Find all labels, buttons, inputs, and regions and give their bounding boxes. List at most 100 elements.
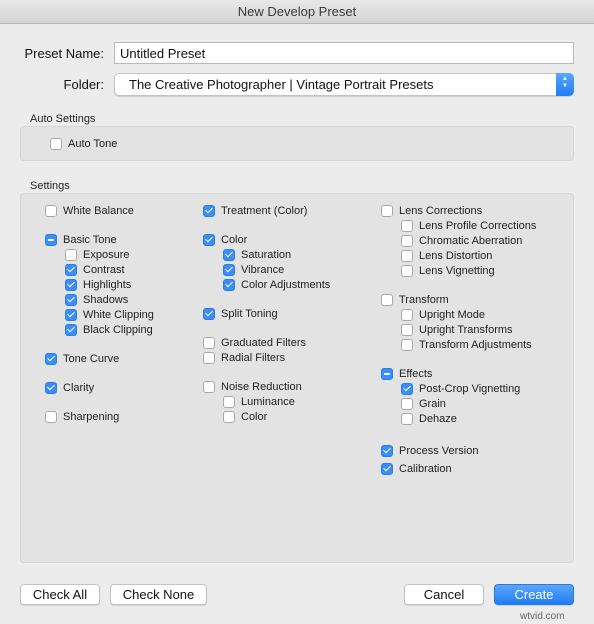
settings-checkbox-label: Process Version [399, 444, 479, 457]
settings-checkbox[interactable]: Radial Filters [203, 350, 285, 365]
settings-checkbox-label: Clarity [63, 381, 95, 394]
settings-checkbox-label: Basic Tone [63, 233, 117, 246]
chevron-up-down-icon[interactable]: ▲ ▼ [556, 73, 574, 96]
settings-checkbox-label: Lens Profile Corrections [419, 219, 537, 232]
checkbox-icon [401, 323, 413, 336]
settings-checkbox[interactable]: White Balance [45, 203, 134, 218]
settings-checkbox-label: Saturation [241, 248, 292, 261]
checkmark-icon [203, 204, 215, 217]
settings-checkbox-label: Shadows [83, 293, 129, 306]
settings-checkbox[interactable]: Transform [381, 292, 449, 307]
preset-name-label: Preset Name: [24, 46, 104, 61]
settings-title: Settings [30, 180, 70, 192]
settings-checkbox-label: Post-Crop Vignetting [419, 382, 521, 395]
settings-checkbox-label: Lens Distortion [419, 249, 493, 262]
settings-checkbox-label: Noise Reduction [221, 380, 302, 393]
settings-checkbox[interactable]: Shadows [65, 292, 128, 307]
settings-checkbox-label: Transform Adjustments [419, 338, 532, 351]
watermark-text: wtvid.com [520, 611, 565, 622]
checkmark-icon [65, 293, 77, 306]
check-none-button[interactable]: Check None [110, 584, 207, 605]
settings-checkbox-label: Dehaze [419, 412, 457, 425]
settings-checkbox[interactable]: Transform Adjustments [401, 337, 532, 352]
settings-checkbox[interactable]: Upright Mode [401, 307, 485, 322]
create-button[interactable]: Create [494, 584, 574, 605]
checkmark-icon [381, 444, 393, 457]
settings-checkbox[interactable]: White Clipping [65, 307, 154, 322]
settings-checkbox[interactable]: Lens Distortion [401, 248, 492, 263]
settings-checkbox[interactable]: Vibrance [223, 262, 284, 277]
checkbox-icon [203, 336, 215, 349]
settings-checkbox[interactable]: Exposure [65, 247, 129, 262]
checkbox-icon [203, 380, 215, 393]
checkbox-icon [65, 248, 77, 261]
settings-checkbox[interactable]: Dehaze [401, 411, 457, 426]
settings-checkbox-label: Color Adjustments [241, 278, 331, 291]
settings-checkbox[interactable]: Graduated Filters [203, 335, 306, 350]
settings-checkbox[interactable]: Lens Corrections [381, 203, 482, 218]
settings-checkbox-label: Color [241, 410, 268, 423]
settings-checkbox[interactable]: Saturation [223, 247, 291, 262]
check-all-button[interactable]: Check All [20, 584, 100, 605]
checkbox-icon [45, 410, 57, 423]
settings-checkbox-label: Upright Transforms [419, 323, 513, 336]
window-title: New Develop Preset [237, 4, 357, 19]
settings-checkbox[interactable]: Tone Curve [45, 351, 119, 366]
settings-checkbox-label: Effects [399, 367, 433, 380]
settings-checkbox-label: Luminance [241, 395, 295, 408]
settings-checkbox[interactable]: Black Clipping [65, 322, 153, 337]
settings-checkbox[interactable]: Basic Tone [45, 232, 117, 247]
settings-checkbox[interactable]: Color Adjustments [223, 277, 330, 292]
settings-checkbox-label: Tone Curve [63, 352, 120, 365]
checkmark-icon [65, 308, 77, 321]
checkmark-icon [203, 233, 215, 246]
settings-checkbox[interactable]: Treatment (Color) [203, 203, 307, 218]
checkmark-icon [401, 382, 413, 395]
settings-checkbox-label: Calibration [399, 462, 452, 475]
settings-checkbox[interactable]: Color [203, 232, 247, 247]
settings-checkbox[interactable]: Chromatic Aberration [401, 233, 522, 248]
checkbox-icon [401, 219, 413, 232]
minus-icon [45, 233, 57, 246]
settings-checkbox-label: White Balance [63, 204, 134, 217]
checkbox-icon [381, 293, 393, 306]
settings-checkbox[interactable]: Color [223, 409, 267, 424]
settings-checkbox[interactable]: Clarity [45, 380, 94, 395]
auto-tone-label: Auto Tone [68, 137, 118, 150]
settings-checkbox[interactable]: Split Toning [203, 306, 278, 321]
auto-tone-checkbox[interactable]: Auto Tone [50, 136, 117, 151]
checkbox-icon [401, 264, 413, 277]
checkbox-icon [45, 204, 57, 217]
cancel-button[interactable]: Cancel [404, 584, 484, 605]
settings-checkbox-label: Contrast [83, 263, 125, 276]
settings-checkbox-label: Lens Vignetting [419, 264, 495, 277]
checkmark-icon [223, 248, 235, 261]
settings-checkbox[interactable]: Calibration [381, 461, 452, 476]
checkbox-icon [223, 410, 235, 423]
settings-checkbox[interactable]: Process Version [381, 443, 478, 458]
settings-checkbox-label: Graduated Filters [221, 336, 306, 349]
settings-checkbox[interactable]: Lens Profile Corrections [401, 218, 536, 233]
settings-checkbox[interactable]: Highlights [65, 277, 131, 292]
checkbox-icon [401, 234, 413, 247]
settings-checkbox[interactable]: Contrast [65, 262, 125, 277]
settings-checkbox[interactable]: Effects [381, 366, 432, 381]
settings-checkbox[interactable]: Upright Transforms [401, 322, 513, 337]
settings-checkbox-label: Transform [399, 293, 449, 306]
settings-checkbox[interactable]: Noise Reduction [203, 379, 302, 394]
settings-checkbox[interactable]: Sharpening [45, 409, 119, 424]
checkbox-icon [223, 395, 235, 408]
settings-checkbox-label: Chromatic Aberration [419, 234, 523, 247]
settings-checkbox[interactable]: Lens Vignetting [401, 263, 495, 278]
settings-checkbox-label: Vibrance [241, 263, 285, 276]
settings-checkbox-label: White Clipping [83, 308, 154, 321]
settings-checkbox[interactable]: Post-Crop Vignetting [401, 381, 520, 396]
checkmark-icon [65, 278, 77, 291]
checkmark-icon [223, 278, 235, 291]
preset-name-input[interactable] [114, 42, 574, 64]
checkmark-icon [45, 352, 57, 365]
folder-select[interactable]: The Creative Photographer | Vintage Port… [114, 73, 574, 96]
checkbox-icon [203, 351, 215, 364]
settings-checkbox[interactable]: Luminance [223, 394, 295, 409]
settings-checkbox[interactable]: Grain [401, 396, 446, 411]
